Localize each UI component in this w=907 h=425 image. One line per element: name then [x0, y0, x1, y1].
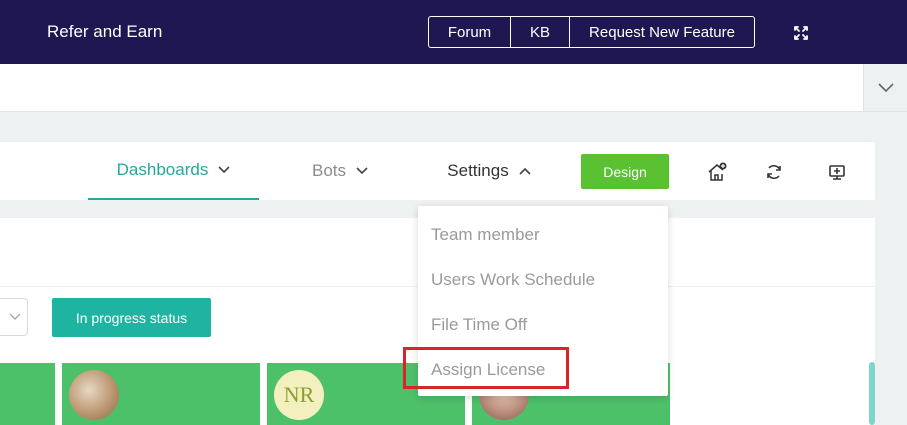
chevron-down-icon [878, 82, 894, 92]
user-tile[interactable] [0, 363, 55, 425]
chevron-up-icon [519, 167, 531, 175]
chevron-down-icon [9, 313, 21, 320]
collapse-toggle[interactable] [863, 64, 907, 111]
filter-select[interactable] [0, 298, 28, 336]
menu-item-users-work-schedule[interactable]: Users Work Schedule [431, 270, 595, 290]
avatar: NR [274, 370, 324, 420]
user-tile[interactable] [62, 363, 260, 425]
avatar-initials: NR [283, 382, 315, 407]
avatar [69, 370, 119, 420]
refer-and-earn-link[interactable]: Refer and Earn [47, 22, 162, 42]
main-nav: Dashboards Bots Settings Design [0, 142, 875, 200]
monitor-icon[interactable] [826, 161, 848, 183]
in-progress-status-button[interactable]: In progress status [52, 298, 211, 337]
menu-item-file-time-off[interactable]: File Time Off [431, 315, 527, 335]
kb-button[interactable]: KB [511, 17, 570, 47]
request-new-feature-button[interactable]: Request New Feature [570, 17, 754, 47]
scrollbar[interactable] [869, 362, 875, 425]
tab-settings[interactable]: Settings [434, 142, 544, 200]
tab-bots-label: Bots [311, 161, 347, 180]
chevron-down-icon [218, 166, 230, 174]
top-button-group: Forum KB Request New Feature [428, 16, 755, 48]
tab-dashboards-label: Dashboards [116, 160, 209, 179]
top-bar: Refer and Earn Forum KB Request New Feat… [0, 0, 907, 64]
menu-item-team-member[interactable]: Team member [431, 225, 540, 245]
design-button[interactable]: Design [581, 154, 669, 189]
refresh-icon[interactable] [763, 161, 785, 183]
home-add-icon[interactable] [706, 161, 728, 183]
forum-button[interactable]: Forum [429, 17, 511, 47]
tab-settings-label: Settings [447, 161, 509, 180]
highlight-box [403, 347, 569, 389]
tab-dashboards[interactable]: Dashboards [88, 142, 259, 200]
tab-bots[interactable]: Bots [300, 142, 380, 200]
secondary-bar [0, 64, 907, 112]
chevron-down-icon [356, 167, 368, 175]
expand-icon[interactable] [791, 24, 811, 42]
